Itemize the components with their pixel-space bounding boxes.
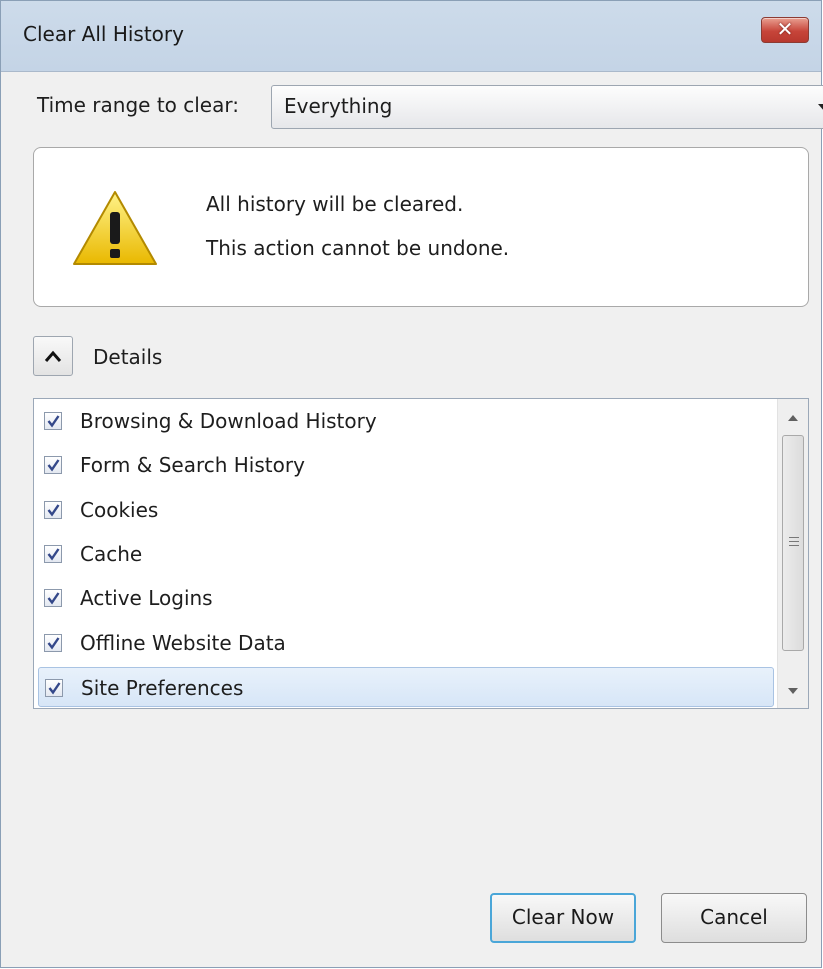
list-item[interactable]: Site Preferences — [38, 666, 774, 707]
list-item-label: Cookies — [80, 497, 159, 522]
list-item-label: Form & Search History — [80, 453, 305, 478]
list-item[interactable]: Active Logins — [38, 578, 774, 618]
window-title: Clear All History — [23, 22, 184, 46]
time-range-row: Time range to clear: Everything — [37, 85, 823, 129]
checkmark-icon — [47, 459, 60, 472]
list-item[interactable]: Offline Website Data — [38, 623, 774, 663]
checkbox[interactable] — [44, 633, 62, 652]
chevron-down-icon — [818, 104, 823, 112]
list-item-label: Active Logins — [80, 586, 213, 611]
list-item-label: Site Preferences — [81, 675, 244, 700]
list-item[interactable]: Browsing & Download History — [38, 401, 774, 441]
cancel-button[interactable]: Cancel — [661, 893, 807, 943]
checkbox[interactable] — [44, 500, 62, 519]
clear-now-button[interactable]: Clear Now — [490, 893, 636, 943]
list-item-label: Browsing & Download History — [80, 409, 377, 433]
warning-line-1: All history will be cleared. — [206, 192, 464, 216]
time-range-value: Everything — [284, 94, 393, 118]
checkbox[interactable] — [44, 589, 62, 608]
checkbox[interactable] — [45, 678, 63, 697]
scroll-thumb[interactable] — [782, 435, 804, 651]
checkmark-icon — [47, 415, 60, 428]
list-item[interactable]: Cookies — [38, 490, 774, 530]
details-toggle-button[interactable] — [33, 336, 73, 376]
title-bar[interactable]: Clear All History ✕ — [1, 1, 821, 72]
close-button[interactable]: ✕ — [761, 17, 809, 43]
checkmark-icon — [47, 592, 60, 605]
list-item[interactable]: Cache — [38, 534, 774, 574]
warning-icon — [73, 191, 157, 265]
details-label: Details — [93, 345, 163, 369]
grip-icon — [789, 537, 799, 538]
list-item-label: Offline Website Data — [80, 630, 286, 655]
checkmark-icon — [47, 548, 60, 561]
clear-history-dialog: Clear All History ✕ Time range to clear:… — [0, 0, 823, 968]
history-items-list[interactable]: Browsing & Download History Form & Search… — [33, 398, 809, 709]
time-range-label: Time range to clear: — [37, 93, 239, 117]
scroll-down-button[interactable] — [778, 674, 808, 708]
list-scrollbar[interactable] — [777, 399, 808, 708]
checkbox[interactable] — [44, 456, 62, 475]
checkbox[interactable] — [44, 544, 62, 563]
scroll-up-button[interactable] — [778, 399, 808, 433]
list-item[interactable]: Form & Search History — [38, 445, 774, 485]
chevron-up-icon — [44, 350, 62, 362]
list-item-label: Cache — [80, 541, 143, 566]
close-icon: ✕ — [776, 17, 794, 41]
checkmark-icon — [47, 636, 60, 650]
checkbox[interactable] — [44, 412, 62, 430]
checkmark-icon — [48, 682, 61, 695]
warning-line-2: This action cannot be undone. — [206, 236, 510, 260]
warning-panel: All history will be cleared. This action… — [33, 147, 809, 307]
checkmark-icon — [47, 503, 60, 517]
time-range-select[interactable]: Everything — [271, 85, 823, 129]
